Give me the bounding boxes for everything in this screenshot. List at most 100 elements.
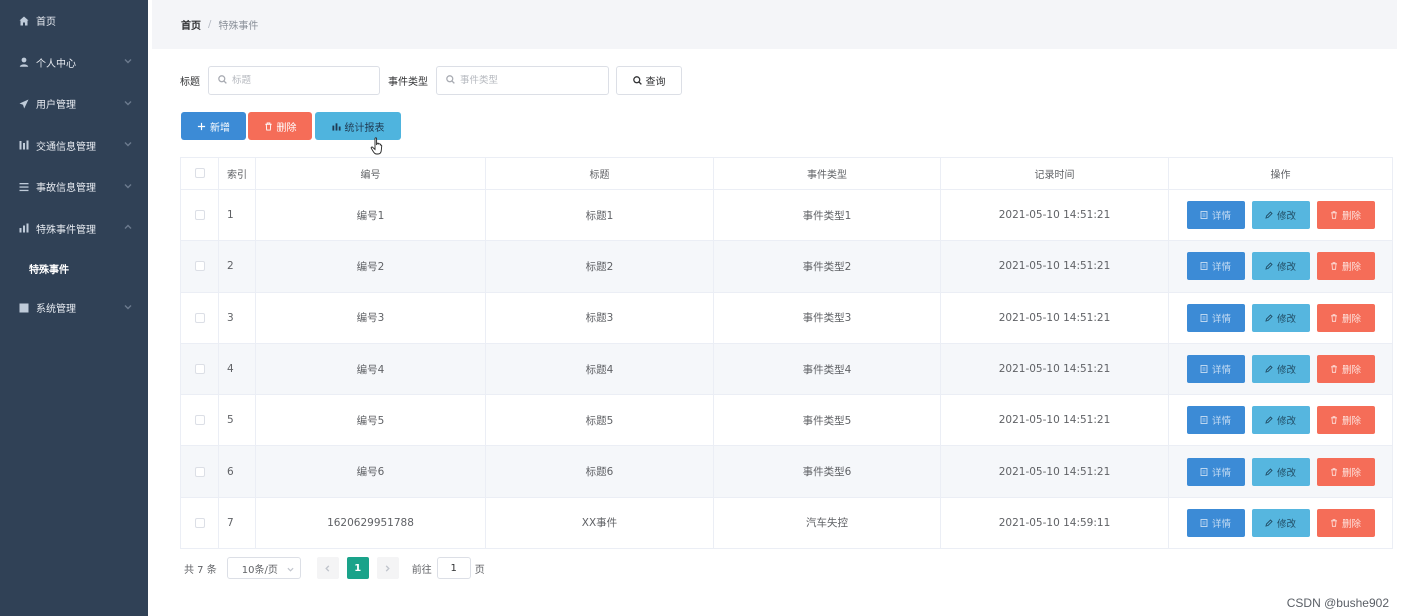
- edit-button[interactable]: 修改: [1251, 303, 1310, 332]
- chevron-left-icon: [325, 564, 330, 572]
- sidebar-item-label: 个人中心: [36, 58, 76, 70]
- edit-icon: [1265, 314, 1273, 322]
- title-input[interactable]: [232, 74, 352, 86]
- row-checkbox[interactable]: [194, 466, 205, 477]
- events-table: 索引 编号 标题 事件类型 记录时间 操作 1 编号1 标题1 事件类型1 2021-0…: [180, 157, 1393, 550]
- document-icon: [1200, 518, 1208, 527]
- cell-actions: 详情 修改 删除: [1168, 497, 1393, 550]
- sidebar-item-users[interactable]: 用户管理: [0, 83, 148, 125]
- cell-title: 标题1: [485, 189, 714, 242]
- select-all-checkbox[interactable]: [194, 168, 205, 178]
- cell-index: 7: [218, 497, 256, 550]
- row-select-cell: [180, 292, 219, 344]
- cell-index: 4: [218, 343, 256, 396]
- detail-button[interactable]: 详情: [1186, 201, 1245, 230]
- detail-button[interactable]: 详情: [1186, 406, 1245, 435]
- prev-page-button[interactable]: [316, 557, 339, 579]
- next-page-button[interactable]: [376, 557, 399, 579]
- detail-button[interactable]: 详情: [1186, 508, 1245, 537]
- row-delete-button[interactable]: 删除: [1316, 406, 1375, 435]
- sidebar-item-home[interactable]: 首页: [0, 0, 148, 42]
- title-field[interactable]: [208, 65, 380, 95]
- row-delete-button[interactable]: 删除: [1316, 508, 1375, 537]
- edit-icon: [1265, 519, 1273, 527]
- cell-number: 编号3: [255, 292, 486, 344]
- search-icon: [218, 74, 227, 87]
- row-actions: 详情 修改 删除: [1169, 252, 1392, 281]
- edit-icon: [1265, 416, 1273, 424]
- cell-record-time: 2021-05-10 14:51:21: [940, 292, 1169, 344]
- page-number-active[interactable]: 1: [346, 557, 369, 579]
- row-checkbox[interactable]: [194, 415, 205, 426]
- cell-actions: 详情 修改 删除: [1168, 189, 1393, 242]
- chevron-down-icon: [124, 140, 132, 148]
- row-checkbox[interactable]: [194, 210, 205, 221]
- sidebar-subitem-label: 特殊事件: [29, 264, 69, 276]
- chevron-down-icon: [124, 303, 132, 311]
- add-button-label: 新增: [210, 122, 230, 134]
- row-checkbox[interactable]: [194, 261, 205, 272]
- edit-button[interactable]: 修改: [1251, 252, 1310, 281]
- cell-event-type: 事件类型3: [713, 292, 941, 344]
- type-input[interactable]: [460, 74, 580, 86]
- sidebar-item-label: 系统管理: [36, 304, 76, 316]
- cell-record-time: 2021-05-10 14:51:21: [940, 394, 1169, 447]
- row-actions: 详情 修改 删除: [1169, 355, 1392, 384]
- detail-button[interactable]: 详情: [1186, 252, 1245, 281]
- detail-button-label: 详情: [1211, 313, 1231, 325]
- row-checkbox[interactable]: [194, 312, 205, 323]
- table-row: 7 1620629951788 XX事件 汽车失控 2021-05-10 14:59:1…: [180, 497, 1393, 550]
- row-checkbox[interactable]: [194, 364, 205, 375]
- column-header-index: 索引: [218, 157, 256, 190]
- row-delete-button-label: 删除: [1341, 365, 1361, 377]
- row-actions: 详情 修改 删除: [1169, 303, 1392, 332]
- detail-button[interactable]: 详情: [1186, 303, 1245, 332]
- row-delete-button-label: 删除: [1341, 313, 1361, 325]
- row-select-cell: [180, 497, 219, 550]
- row-delete-button-label: 删除: [1341, 467, 1361, 479]
- edit-button[interactable]: 修改: [1251, 406, 1310, 435]
- sidebar-item-system[interactable]: 系统管理: [0, 287, 148, 329]
- cell-number: 编号5: [255, 394, 486, 447]
- detail-button[interactable]: 详情: [1186, 457, 1245, 486]
- row-delete-button[interactable]: 删除: [1316, 355, 1375, 384]
- row-select-cell: [180, 394, 219, 447]
- sidebar-item-profile[interactable]: 个人中心: [0, 42, 148, 84]
- edit-button-label: 修改: [1276, 313, 1296, 325]
- goto-page-input[interactable]: 1: [436, 557, 471, 579]
- row-delete-button[interactable]: 删除: [1316, 252, 1375, 281]
- edit-button[interactable]: 修改: [1251, 201, 1310, 230]
- search-button[interactable]: 查询: [616, 65, 682, 95]
- sidebar-item-special-events[interactable]: 特殊事件管理: [0, 208, 148, 250]
- cell-number: 1620629951788: [255, 497, 486, 550]
- table-body: 1 编号1 标题1 事件类型1 2021-05-10 14:51:21 详情 修改 删除 2 编号…: [180, 189, 1393, 550]
- detail-button-label: 详情: [1211, 416, 1231, 428]
- delete-button[interactable]: 删除: [248, 112, 312, 140]
- detail-button-label: 详情: [1211, 211, 1231, 223]
- breadcrumb-home[interactable]: 首页: [181, 17, 201, 32]
- row-select-cell: [180, 189, 219, 242]
- detail-button[interactable]: 详情: [1186, 355, 1245, 384]
- page-size-select[interactable]: 10条/页: [226, 557, 301, 579]
- edit-button[interactable]: 修改: [1251, 457, 1310, 486]
- trash-icon: [1330, 519, 1337, 527]
- sidebar-item-traffic[interactable]: 交通信息管理: [0, 125, 148, 167]
- cell-event-type: 事件类型6: [713, 445, 941, 498]
- add-button[interactable]: 新增: [181, 112, 246, 140]
- type-field[interactable]: [436, 65, 609, 95]
- edit-button[interactable]: 修改: [1251, 355, 1310, 384]
- document-icon: [1200, 262, 1208, 271]
- row-checkbox[interactable]: [194, 517, 205, 528]
- sidebar-subitem-special-event[interactable]: 特殊事件: [0, 249, 148, 287]
- row-actions: 详情 修改 删除: [1169, 457, 1392, 486]
- plus-icon: [197, 122, 206, 130]
- cell-title: 标题6: [485, 445, 714, 498]
- edit-button[interactable]: 修改: [1251, 508, 1310, 537]
- sidebar-item-accident[interactable]: 事故信息管理: [0, 166, 148, 208]
- home-icon: [18, 15, 29, 26]
- column-header-event-type: 事件类型: [713, 157, 941, 190]
- row-delete-button[interactable]: 删除: [1316, 303, 1375, 332]
- statistics-report-button[interactable]: 统计报表: [315, 112, 401, 140]
- row-delete-button[interactable]: 删除: [1316, 201, 1375, 230]
- row-delete-button[interactable]: 删除: [1316, 457, 1375, 486]
